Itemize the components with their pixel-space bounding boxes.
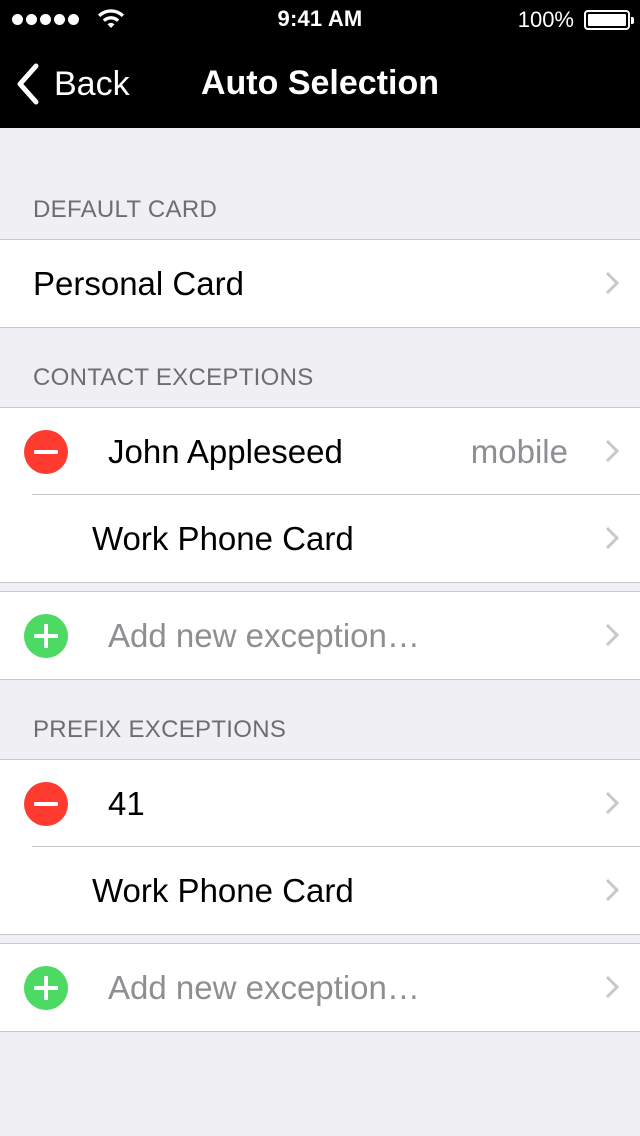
add-icon[interactable]: [24, 614, 68, 658]
contact-phone-type: mobile: [470, 433, 568, 470]
auto-selection-screen: 9:41 AM 100% Back Auto Selection DEFAULT…: [0, 0, 640, 1136]
navigation-bar: Back Auto Selection: [0, 40, 640, 128]
section-header-prefix-exceptions: PREFIX EXCEPTIONS: [33, 716, 287, 743]
contact-exception-card-row[interactable]: Work Phone Card: [0, 495, 640, 582]
default-card-label: Personal Card: [33, 265, 244, 302]
chevron-right-icon: [605, 526, 620, 550]
prefix-value: 41: [108, 785, 145, 822]
chevron-right-icon: [605, 791, 620, 815]
page-title: Auto Selection: [200, 64, 440, 102]
top-bar: 9:41 AM 100% Back Auto Selection: [0, 0, 640, 128]
add-prefix-exception-label: Add new exception…: [108, 969, 420, 1006]
chevron-right-icon: [605, 975, 620, 999]
chevron-right-icon: [605, 623, 620, 647]
add-contact-exception-label: Add new exception…: [108, 617, 420, 654]
add-prefix-exception-row[interactable]: Add new exception…: [0, 944, 640, 1031]
chevron-right-icon: [605, 878, 620, 902]
prefix-exception-card-row[interactable]: Work Phone Card: [0, 847, 640, 934]
status-bar: 9:41 AM 100%: [0, 0, 640, 40]
contact-exception-card: Work Phone Card: [92, 520, 354, 557]
prefix-exception-card: Work Phone Card: [92, 872, 354, 909]
contact-name: John Appleseed: [108, 433, 343, 470]
battery-percentage: 100%: [517, 7, 574, 32]
chevron-right-icon: [605, 271, 620, 295]
prefix-exception-row[interactable]: 41: [0, 760, 640, 847]
default-card-group: Personal Card: [0, 239, 640, 328]
contact-exception-row[interactable]: John Appleseed mobile: [0, 408, 640, 495]
chevron-right-icon: [605, 439, 620, 463]
section-header-default-card: DEFAULT CARD: [33, 196, 218, 223]
add-contact-exception-row[interactable]: Add new exception…: [0, 592, 640, 679]
contact-exceptions-group: John Appleseed mobile Work Phone Card: [0, 407, 640, 583]
delete-prefix-exception-button[interactable]: [24, 782, 68, 826]
prefix-exceptions-group: 41 Work Phone Card: [0, 759, 640, 935]
add-contact-exception-group: Add new exception…: [0, 591, 640, 680]
add-prefix-exception-group: Add new exception…: [0, 943, 640, 1032]
add-icon[interactable]: [24, 966, 68, 1010]
battery-icon: [584, 10, 634, 30]
default-card-row[interactable]: Personal Card: [0, 240, 640, 327]
section-header-contact-exceptions: CONTACT EXCEPTIONS: [33, 364, 314, 391]
delete-contact-exception-button[interactable]: [24, 430, 68, 474]
